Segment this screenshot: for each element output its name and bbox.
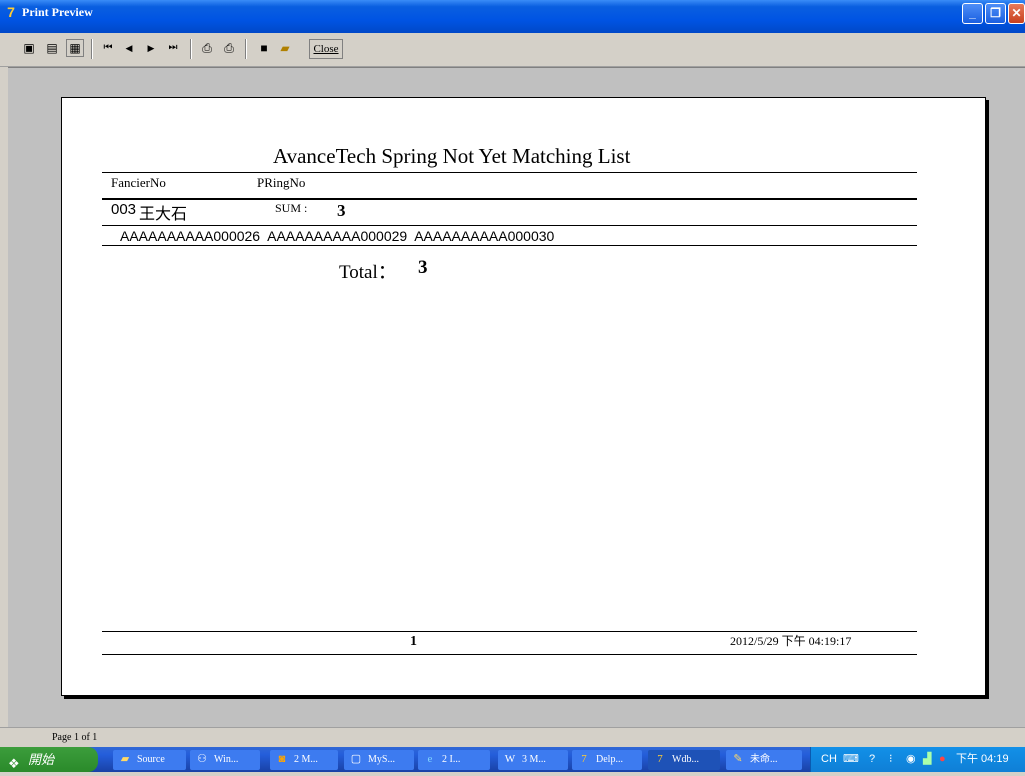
taskbar-item[interactable]: W 3 M... <box>498 750 568 770</box>
sum-value: 3 <box>337 201 346 220</box>
delphi-icon: 7 <box>581 753 587 765</box>
security-icon[interactable]: ● <box>939 751 946 767</box>
next-page-icon[interactable]: ▶ <box>142 39 160 57</box>
taskbar-item[interactable]: ▢ MyS... <box>344 750 414 770</box>
taskbar: ❖ 開始 ▰ Source ⚇ Win... ◙ 2 M... ▢ MyS...… <box>0 747 1025 772</box>
taskbar-item[interactable]: ▰ Source <box>113 750 186 770</box>
status-bar: Page 1 of 1 <box>0 727 1025 748</box>
divider <box>102 225 917 226</box>
divider <box>102 245 917 246</box>
total-value: 3 <box>418 257 428 278</box>
task-label: MyS... <box>368 754 395 765</box>
window-icon: ▢ <box>350 753 362 765</box>
ime-icon[interactable]: ⁝ <box>889 751 893 767</box>
taskbar-item[interactable]: e 2 I... <box>418 750 490 770</box>
task-label: 3 M... <box>522 754 546 765</box>
word-icon: W <box>504 753 516 765</box>
toolbar-separator <box>190 39 192 59</box>
minimize-button[interactable]: _ <box>962 3 983 24</box>
outlook-icon: ◙ <box>278 753 286 765</box>
prev-page-icon[interactable]: ◀ <box>120 39 138 57</box>
window-title: Print Preview <box>22 5 93 19</box>
taskbar-item[interactable]: 7 Wdb... <box>648 750 720 770</box>
toolbar-separator <box>245 39 247 59</box>
toolbar: ▣ ▤ ▦ ⏮ ◀ ▶ ⏭ ⎙ ⎙ ■ ▰ Close <box>0 33 1025 67</box>
divider <box>102 172 917 173</box>
task-label: Delp... <box>596 754 623 765</box>
column-header-pring: PRingNo <box>257 175 306 190</box>
volume-icon[interactable]: ◉ <box>906 751 916 767</box>
print-icon[interactable]: ⎙ <box>220 39 238 57</box>
task-label: Wdb... <box>672 754 699 765</box>
taskbar-item[interactable]: ◙ 2 M... <box>270 750 338 770</box>
last-page-icon[interactable]: ⏭ <box>164 39 182 57</box>
toolbar-separator <box>91 39 93 59</box>
folder-icon: ▰ <box>120 753 130 765</box>
group-name: 王大石 <box>139 206 188 223</box>
column-header-fancier: FancierNo <box>111 175 166 190</box>
task-label: 2 M... <box>294 754 318 765</box>
start-button[interactable]: ❖ 開始 <box>0 747 98 772</box>
taskbar-item[interactable]: ⚇ Win... <box>190 750 260 770</box>
divider <box>102 198 917 200</box>
save-icon[interactable]: ■ <box>255 39 273 57</box>
delphi-app-icon: 7 <box>7 4 15 20</box>
close-window-button[interactable]: ✕ <box>1008 3 1025 24</box>
taskbar-item[interactable]: 7 Delp... <box>572 750 642 770</box>
footer-divider <box>102 654 917 655</box>
help-icon[interactable]: ? <box>869 751 875 767</box>
sum-label: SUM : <box>275 201 308 215</box>
network-icon: ⚇ <box>197 753 207 765</box>
start-label: 開始 <box>28 752 55 767</box>
first-page-icon[interactable]: ⏮ <box>99 39 117 57</box>
title-bar: 7 Print Preview _ ❐ ✕ <box>0 0 1025 33</box>
network-tray-icon[interactable]: ▟ <box>923 751 931 767</box>
task-label: 2 I... <box>442 754 461 765</box>
whole-page-icon[interactable]: ▣ <box>20 39 38 57</box>
open-icon[interactable]: ▰ <box>276 39 294 57</box>
page-info: Page 1 of 1 <box>52 732 98 743</box>
report-page <box>61 97 986 696</box>
clock[interactable]: 下午 04:19 <box>956 751 1009 767</box>
print-setup-icon[interactable]: ⎙ <box>198 39 216 57</box>
zoom-100-icon[interactable]: ▦ <box>66 39 84 57</box>
language-indicator[interactable]: CH <box>821 751 837 767</box>
windows-flag-icon: ❖ <box>8 756 20 771</box>
taskbar-item[interactable]: ✎ 未命... <box>726 750 802 770</box>
print-timestamp: 2012/5/29 下午 04:19:17 <box>730 634 852 648</box>
ie-icon: e <box>427 753 433 765</box>
task-label: 未命... <box>750 754 778 765</box>
system-tray: CH ⌨ ? ⁝ ◉ ▟ ● 下午 04:19 <box>810 747 1025 772</box>
task-label: Source <box>137 754 165 765</box>
ring-list: AAAAAAAAAA000026 AAAAAAAAAA000029 AAAAAA… <box>120 228 555 244</box>
paint-icon: ✎ <box>733 753 743 765</box>
report-title: AvanceTech Spring Not Yet Matching List <box>273 144 631 168</box>
delphi-icon: 7 <box>657 753 663 765</box>
page-width-icon[interactable]: ▤ <box>43 39 61 57</box>
group-id: 003 <box>111 201 137 218</box>
task-label: Win... <box>214 754 239 765</box>
close-preview-button[interactable]: Close <box>309 39 343 59</box>
page-number: 1 <box>410 634 417 649</box>
keyboard-icon[interactable]: ⌨ <box>843 751 859 767</box>
maximize-button[interactable]: ❐ <box>985 3 1006 24</box>
total-label: Total： <box>339 262 397 283</box>
